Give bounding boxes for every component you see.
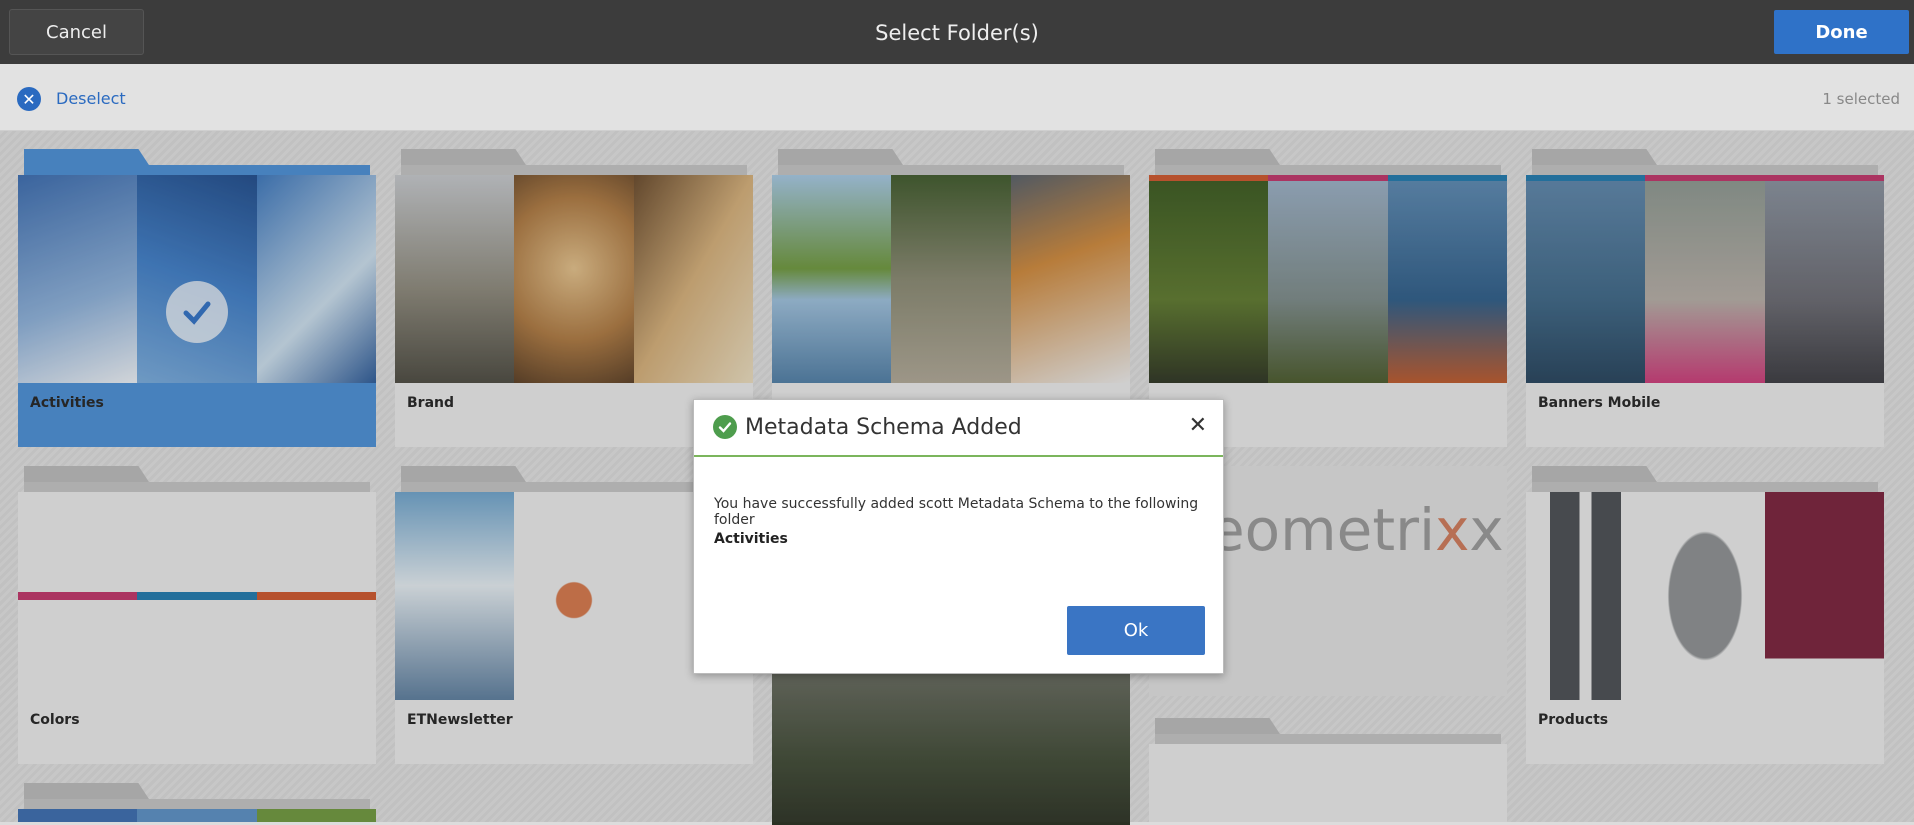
deselect-icon[interactable]: ✕ bbox=[17, 87, 41, 111]
page-title: Select Folder(s) bbox=[875, 21, 1039, 45]
success-check-icon bbox=[713, 415, 737, 439]
selected-count: 1 selected bbox=[1822, 90, 1900, 108]
close-icon[interactable]: ✕ bbox=[1189, 413, 1207, 438]
dialog-folder-name: Activities bbox=[714, 531, 788, 547]
ok-button[interactable]: Ok bbox=[1067, 606, 1205, 655]
selection-bar: ✕ Deselect 1 selected bbox=[0, 64, 1914, 131]
cancel-button[interactable]: Cancel bbox=[9, 9, 144, 55]
top-bar: Cancel Select Folder(s) Done bbox=[0, 0, 1914, 64]
deselect-link[interactable]: Deselect bbox=[56, 89, 126, 108]
dialog-message: You have successfully added scott Metada… bbox=[714, 496, 1199, 528]
metadata-schema-dialog: Metadata Schema Added ✕ You have success… bbox=[693, 399, 1224, 674]
dialog-header: Metadata Schema Added ✕ bbox=[694, 400, 1223, 457]
done-button[interactable]: Done bbox=[1774, 10, 1909, 54]
dialog-title: Metadata Schema Added bbox=[745, 415, 1022, 440]
